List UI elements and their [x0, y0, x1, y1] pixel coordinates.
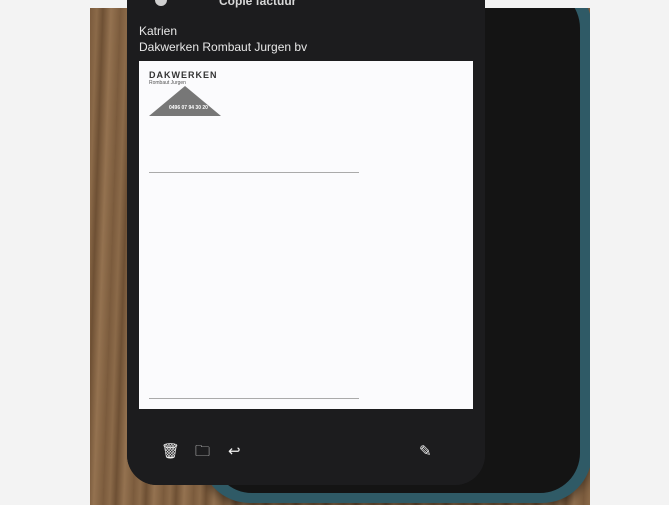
company-phone: 0496 07 94 30 20: [169, 105, 208, 111]
sender-name: Katrien: [139, 24, 178, 38]
reply-icon[interactable]: ↩: [228, 444, 241, 459]
company-logo-text: DAKWERKEN: [149, 70, 218, 80]
email-subject: Dakwerken Rombaut Jurgen bv: [139, 40, 308, 54]
back-icon[interactable]: [155, 0, 167, 6]
email-title: Copie factuur: [219, 0, 297, 8]
compose-icon[interactable]: ✎: [419, 444, 432, 459]
folder-icon[interactable]: 🗀: [195, 444, 210, 459]
divider: [149, 398, 359, 399]
mail-toolbar: 🗑 🗀 ↩ ✎: [127, 418, 485, 485]
phone-screen: Copie factuur Katrien Dakwerken Rombaut …: [127, 0, 485, 485]
company-logo-triangle: [149, 86, 221, 116]
divider: [149, 172, 359, 173]
trash-icon[interactable]: 🗑: [161, 444, 180, 459]
